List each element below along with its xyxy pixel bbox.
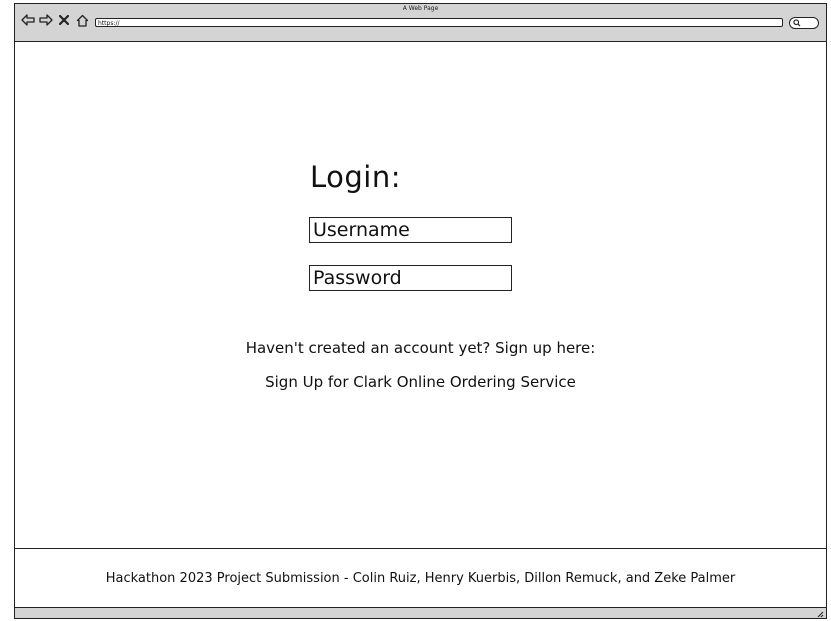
username-input[interactable]: [309, 217, 512, 243]
browser-toolbar: A Web Page https://: [15, 4, 826, 42]
login-title: Login:: [310, 160, 402, 194]
status-bar: [15, 607, 826, 618]
window-title: A Web Page: [402, 5, 439, 12]
home-icon[interactable]: [75, 13, 89, 27]
forward-arrow-icon[interactable]: [39, 13, 53, 27]
page-content: Login: Haven't created an account yet? S…: [15, 41, 826, 548]
address-bar[interactable]: https://: [95, 18, 783, 27]
signup-link[interactable]: Sign Up for Clark Online Ordering Servic…: [15, 373, 826, 391]
close-x-icon[interactable]: [57, 13, 71, 27]
nav-buttons: [21, 13, 89, 27]
search-button[interactable]: [789, 17, 819, 29]
page-footer: Hackathon 2023 Project Submission - Coli…: [15, 548, 826, 609]
password-input[interactable]: [309, 265, 512, 291]
search-icon: [793, 19, 801, 27]
resize-grip-icon[interactable]: [816, 610, 824, 618]
signup-prompt: Haven't created an account yet? Sign up …: [245, 339, 596, 357]
back-arrow-icon[interactable]: [21, 13, 35, 27]
browser-window: A Web Page https:// Login: Haven't creat…: [14, 3, 827, 619]
